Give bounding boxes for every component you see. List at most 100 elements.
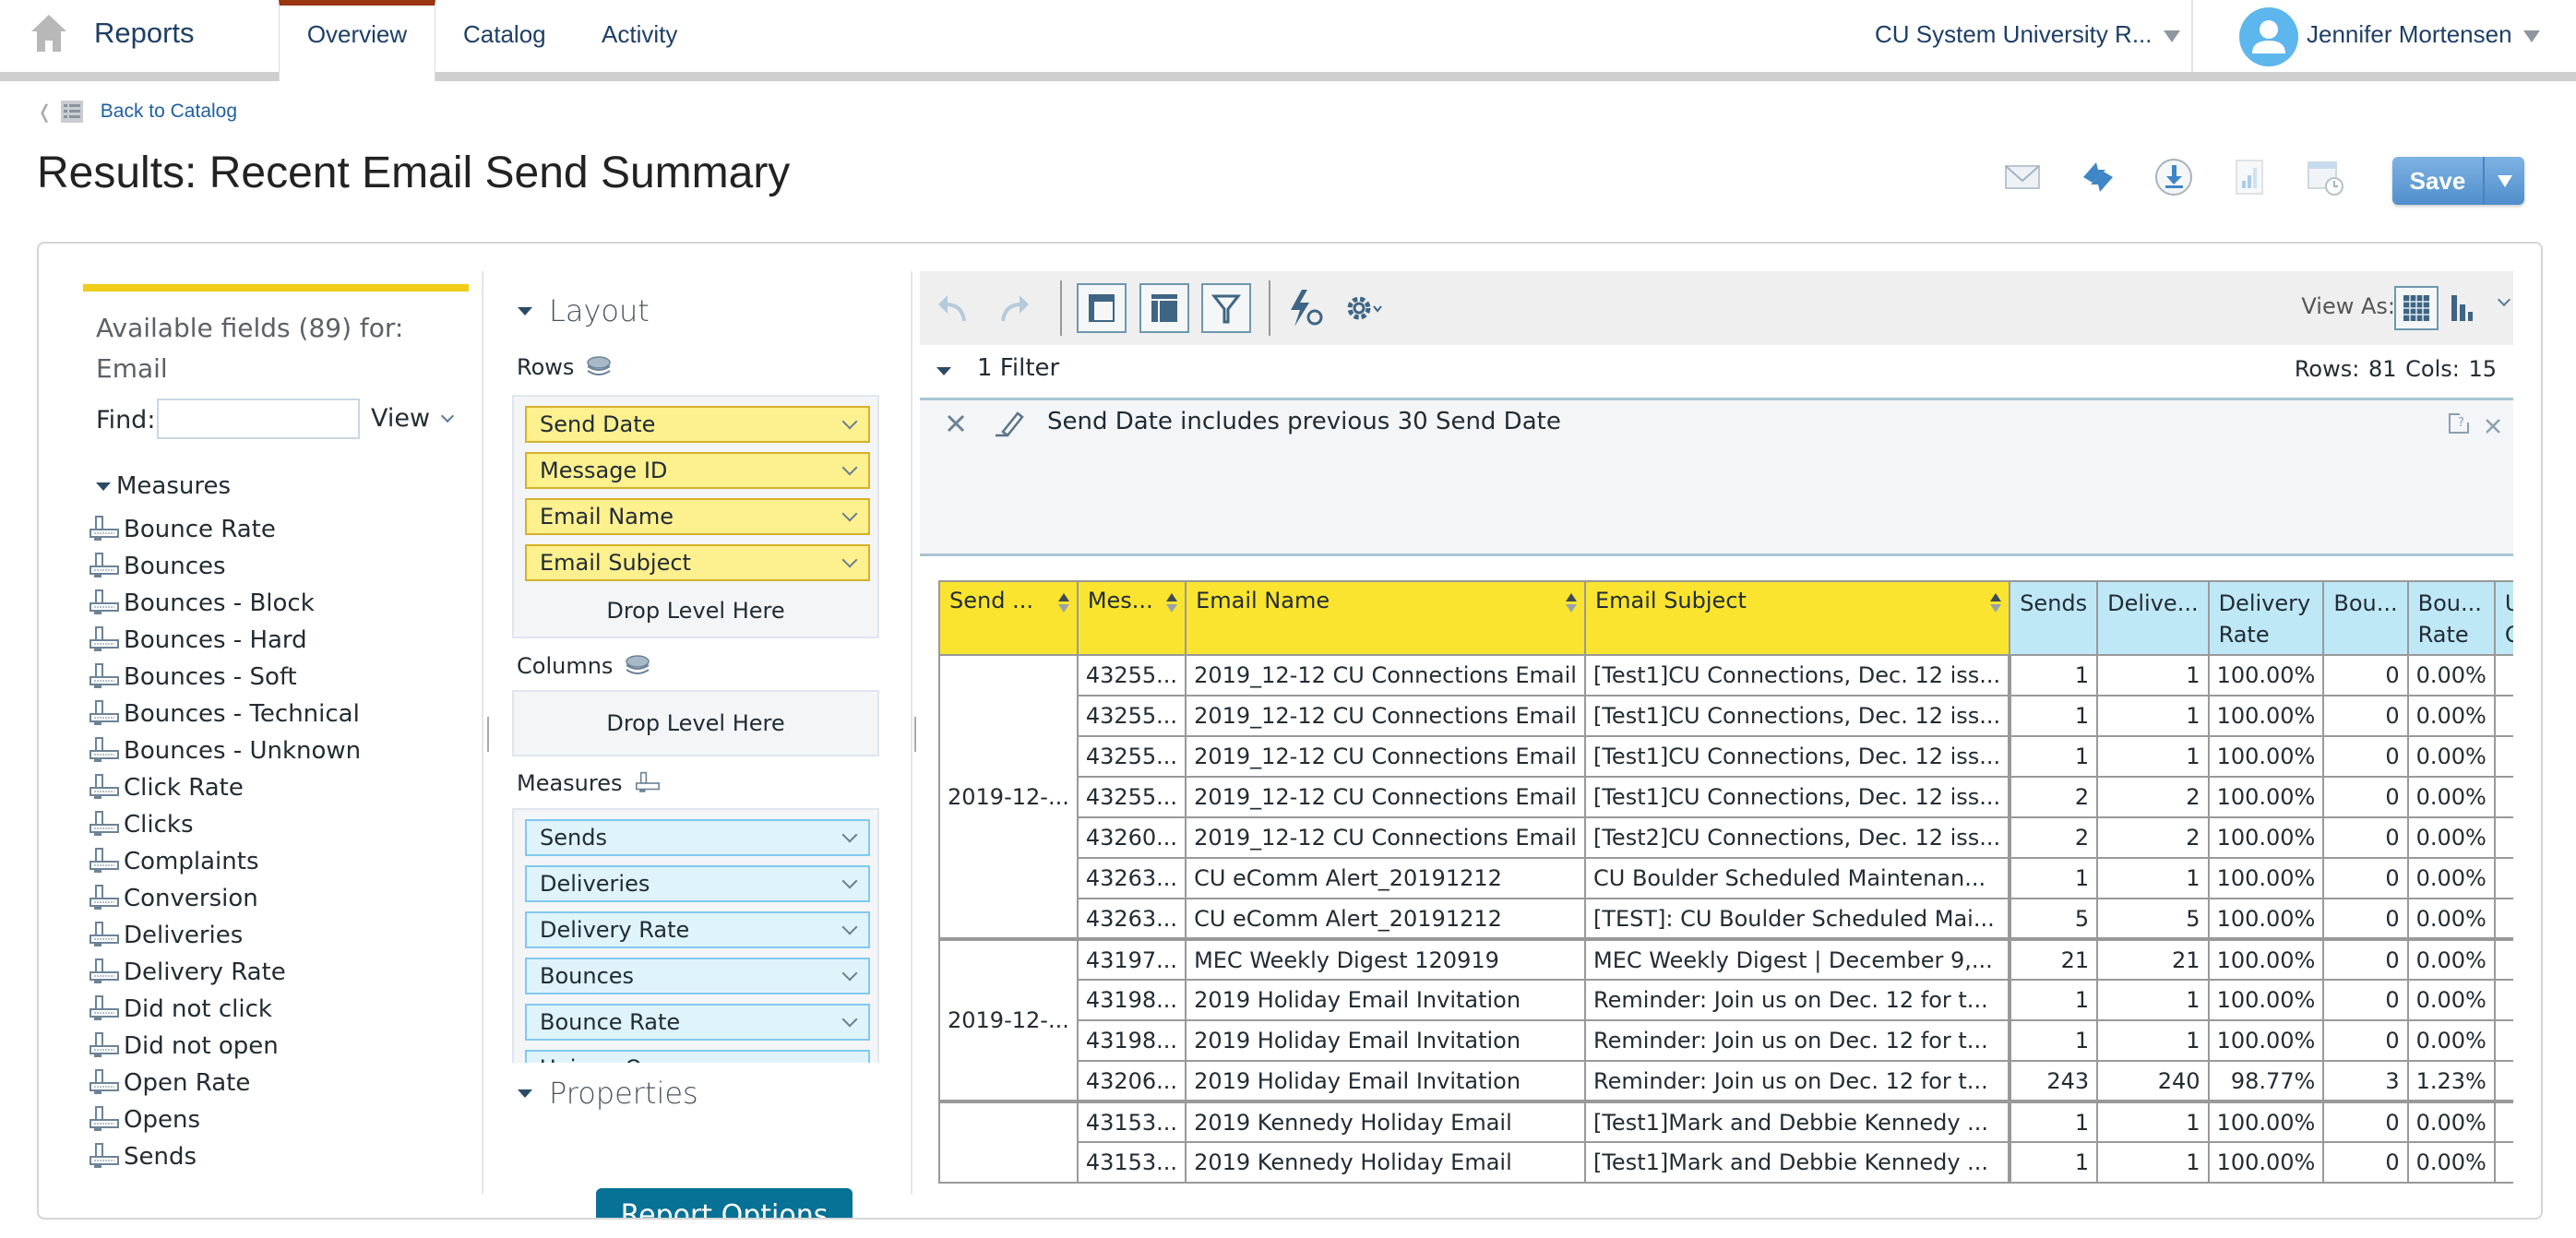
chevron-down-icon[interactable]: [841, 1011, 858, 1028]
column-header-send-date[interactable]: Send ...: [938, 580, 1079, 656]
cell-email-subject[interactable]: CU Boulder Scheduled Maintenan...: [1583, 857, 2011, 899]
save-options-dropdown[interactable]: [2485, 157, 2524, 205]
layout-section-toggle[interactable]: Layout: [518, 293, 650, 328]
remove-filter-icon[interactable]: [946, 413, 966, 434]
field-item[interactable]: Open Rate: [89, 1065, 361, 1101]
cell-send-date[interactable]: 2019-12-...: [938, 937, 1079, 1102]
layout-level-pill[interactable]: Send Date: [525, 406, 870, 443]
layout-level-pill[interactable]: Sends: [525, 819, 870, 856]
cell-email-name[interactable]: 2019 Kennedy Holiday Email: [1185, 1141, 1586, 1184]
field-item[interactable]: Deliveries: [89, 917, 361, 954]
cell-message-id[interactable]: 43197...: [1076, 937, 1187, 981]
layout-level-pill[interactable]: Email Name: [525, 498, 870, 535]
cell-email-subject[interactable]: [Test1]CU Connections, Dec. 12 iss...: [1583, 695, 2011, 737]
cell-email-subject[interactable]: MEC Weekly Digest | December 9,...: [1583, 937, 2011, 981]
layout-level-pill[interactable]: Unique Opens: [525, 1050, 870, 1063]
auto-refresh-icon[interactable]: [1285, 286, 1326, 330]
cell-email-name[interactable]: 2019 Holiday Email Invitation: [1185, 1019, 1586, 1062]
back-to-catalog-link[interactable]: ❬ Back to Catalog: [37, 100, 237, 124]
email-icon[interactable]: [2002, 157, 2043, 197]
column-header-message-id[interactable]: Mes...: [1076, 580, 1187, 656]
filter-help-icon[interactable]: ?: [2447, 411, 2471, 435]
cell-message-id[interactable]: 43153...: [1076, 1141, 1187, 1184]
view-as-table-button[interactable]: [2394, 286, 2439, 330]
layout-level-pill[interactable]: Delivery Rate: [525, 911, 870, 948]
cell-email-subject[interactable]: Reminder: Join us on Dec. 12 for t...: [1583, 979, 2011, 1021]
cell-email-subject[interactable]: [TEST]: CU Boulder Scheduled Mai...: [1583, 898, 2011, 940]
sort-icon[interactable]: [1057, 593, 1069, 613]
layout-panel-splitter[interactable]: [914, 717, 916, 752]
user-menu[interactable]: Jennifer Mortensen: [2307, 20, 2540, 49]
field-item[interactable]: Click Rate: [89, 769, 361, 806]
field-item[interactable]: Did not click: [89, 991, 361, 1028]
app-name[interactable]: Reports: [94, 17, 195, 50]
cell-message-id[interactable]: 43255...: [1076, 735, 1187, 778]
field-item[interactable]: Sends: [89, 1138, 361, 1175]
field-item[interactable]: Conversion: [89, 880, 361, 917]
measures-group-toggle[interactable]: Measures: [96, 472, 231, 500]
org-selector[interactable]: CU System University R...: [1875, 20, 2180, 49]
field-item[interactable]: Delivery Rate: [89, 954, 361, 991]
field-item[interactable]: Bounces - Technical: [89, 696, 361, 732]
undo-icon[interactable]: [933, 286, 973, 330]
schedule-icon[interactable]: [2305, 157, 2345, 197]
layout-level-pill[interactable]: Bounce Rate: [525, 1004, 870, 1041]
layout-level-pill[interactable]: Message ID: [525, 452, 870, 489]
cell-email-subject[interactable]: Reminder: Join us on Dec. 12 for t...: [1583, 1019, 2011, 1062]
refresh-icon[interactable]: [2078, 157, 2118, 197]
view-as-dropdown-chevron-icon[interactable]: [2497, 292, 2511, 307]
column-header-email-name[interactable]: Email Name: [1185, 580, 1586, 656]
cell-message-id[interactable]: 43198...: [1076, 979, 1187, 1021]
field-item[interactable]: Bounces - Hard: [89, 622, 361, 659]
chart-icon[interactable]: [2229, 157, 2270, 197]
cell-message-id[interactable]: 43255...: [1076, 776, 1187, 818]
toggle-filter-panel-button[interactable]: [1201, 283, 1251, 333]
layout-level-pill[interactable]: Bounces: [525, 958, 870, 994]
column-header-email-subject[interactable]: Email Subject: [1583, 580, 2011, 656]
cell-email-name[interactable]: 2019_12-12 CU Connections Email: [1185, 654, 1586, 696]
layout-level-pill[interactable]: Deliveries: [525, 865, 870, 902]
column-header-unique-opens[interactable]: Un Op: [2493, 580, 2513, 656]
properties-section-toggle[interactable]: Properties: [518, 1076, 698, 1111]
tab-catalog[interactable]: Catalog: [463, 0, 546, 81]
cell-email-name[interactable]: 2019 Holiday Email Invitation: [1185, 979, 1586, 1021]
filter-toggle-caret-icon[interactable]: [936, 367, 951, 375]
cell-message-id[interactable]: 43206...: [1076, 1060, 1187, 1102]
toggle-layout-panel-button[interactable]: [1139, 283, 1189, 333]
field-item[interactable]: Opens: [89, 1101, 361, 1138]
chevron-down-icon[interactable]: [841, 919, 858, 935]
field-item[interactable]: Bounces - Unknown: [89, 732, 361, 769]
cell-email-name[interactable]: 2019_12-12 CU Connections Email: [1185, 735, 1586, 778]
sort-icon[interactable]: [1990, 593, 2002, 613]
field-item[interactable]: Complaints: [89, 843, 361, 880]
cell-email-subject[interactable]: [Test1]Mark and Debbie Kennedy ...: [1583, 1141, 2011, 1184]
download-icon[interactable]: [2153, 157, 2194, 197]
cell-email-name[interactable]: 2019_12-12 CU Connections Email: [1185, 816, 1586, 859]
cell-email-name[interactable]: 2019 Holiday Email Invitation: [1185, 1060, 1586, 1102]
chevron-down-icon[interactable]: [841, 552, 858, 568]
cell-email-name[interactable]: CU eComm Alert_20191212: [1185, 898, 1586, 940]
cell-message-id[interactable]: 43198...: [1076, 1019, 1187, 1062]
cell-email-subject[interactable]: [Test1]CU Connections, Dec. 12 iss...: [1583, 654, 2011, 696]
tab-overview[interactable]: Overview: [279, 0, 435, 81]
cell-message-id[interactable]: 43255...: [1076, 695, 1187, 737]
cell-email-subject[interactable]: Reminder: Join us on Dec. 12 for t...: [1583, 1060, 2011, 1102]
cell-message-id[interactable]: 43153...: [1076, 1100, 1187, 1143]
filter-count[interactable]: 1 Filter: [977, 354, 1059, 382]
cell-message-id[interactable]: 43260...: [1076, 816, 1187, 859]
report-options-button[interactable]: Report Options: [596, 1188, 853, 1218]
cell-email-subject[interactable]: [Test1]CU Connections, Dec. 12 iss...: [1583, 735, 2011, 778]
cell-email-name[interactable]: 2019_12-12 CU Connections Email: [1185, 776, 1586, 818]
fields-panel-splitter[interactable]: [487, 717, 489, 752]
field-item[interactable]: Clicks: [89, 806, 361, 843]
view-as-chart-icon[interactable]: [2446, 286, 2487, 330]
columns-drop-zone[interactable]: Drop Level Here: [512, 690, 879, 756]
edit-filter-pencil-icon[interactable]: [994, 410, 1025, 437]
home-icon[interactable]: [30, 13, 68, 54]
rows-drop-zone[interactable]: Drop Level Here Send Date Message ID Email…: [512, 395, 879, 638]
field-item[interactable]: Bounce Rate: [89, 511, 361, 548]
field-item[interactable]: Bounces - Soft: [89, 659, 361, 696]
chevron-down-icon[interactable]: [841, 1057, 858, 1063]
redo-icon[interactable]: [994, 286, 1034, 330]
cell-message-id[interactable]: 43263...: [1076, 898, 1187, 940]
